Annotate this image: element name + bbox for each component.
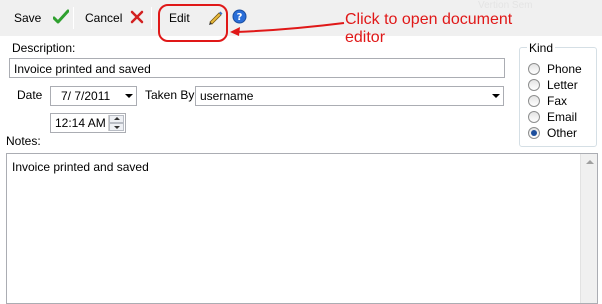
red-x-icon (130, 10, 144, 27)
radio-button[interactable] (528, 95, 540, 107)
callout-highlight (158, 4, 228, 42)
cancel-label: Cancel (85, 11, 123, 25)
kind-option-label: Email (547, 110, 578, 124)
kind-option-fax[interactable]: Fax (528, 94, 567, 108)
callout-arrow-icon (230, 22, 345, 36)
kind-option-label: Letter (547, 78, 578, 92)
kind-option-label: Other (547, 126, 578, 140)
taken-by-value: username (200, 89, 254, 103)
toolbar-separator (151, 7, 152, 29)
kind-option-label: Phone (547, 62, 582, 76)
kind-option-label: Fax (547, 94, 568, 108)
spin-down-button[interactable] (109, 123, 124, 131)
toolbar-separator (73, 7, 74, 29)
kind-option-phone[interactable]: Phone (528, 62, 582, 76)
notes-label: Notes: (6, 134, 41, 148)
date-label: Date (17, 88, 43, 102)
chevron-down-icon (114, 126, 120, 129)
spin-up-button[interactable] (109, 115, 124, 123)
taken-by-label: Taken By: (145, 88, 198, 102)
save-button[interactable]: Save (14, 6, 70, 30)
scroll-up-button[interactable] (581, 154, 597, 170)
kind-option-email[interactable]: Email (528, 110, 577, 124)
date-picker[interactable]: 7/ 7/2011 (50, 86, 137, 106)
vertical-scrollbar[interactable] (580, 154, 597, 303)
kind-title: Kind (527, 41, 556, 55)
description-value: Invoice printed and saved (14, 62, 151, 76)
cancel-button[interactable]: Cancel (85, 6, 144, 30)
description-input[interactable]: Invoice printed and saved (9, 58, 505, 78)
taken-by-select[interactable]: username (195, 86, 504, 106)
date-value: 7/ 7/2011 (61, 89, 111, 103)
radio-button[interactable] (528, 111, 540, 123)
checkmark-icon (52, 9, 70, 28)
chevron-down-icon (125, 94, 133, 98)
description-label: Description: (12, 41, 76, 55)
notes-textarea[interactable]: Invoice printed and saved (6, 153, 598, 304)
chevron-down-icon (492, 94, 500, 98)
radio-button-selected[interactable] (528, 127, 540, 139)
time-value: 12:14 AM (55, 116, 106, 130)
time-spinner[interactable] (108, 115, 124, 131)
chevron-up-icon (114, 117, 120, 120)
save-label: Save (14, 11, 42, 25)
watermark-text: Vertion Sem (478, 0, 533, 11)
radio-button[interactable] (528, 63, 540, 75)
callout-line-1: Click to open document (345, 11, 513, 28)
kind-option-other[interactable]: Other (528, 126, 577, 140)
notes-value: Invoice printed and saved (12, 160, 149, 174)
kind-option-letter[interactable]: Letter (528, 78, 578, 92)
radio-button[interactable] (528, 79, 540, 91)
